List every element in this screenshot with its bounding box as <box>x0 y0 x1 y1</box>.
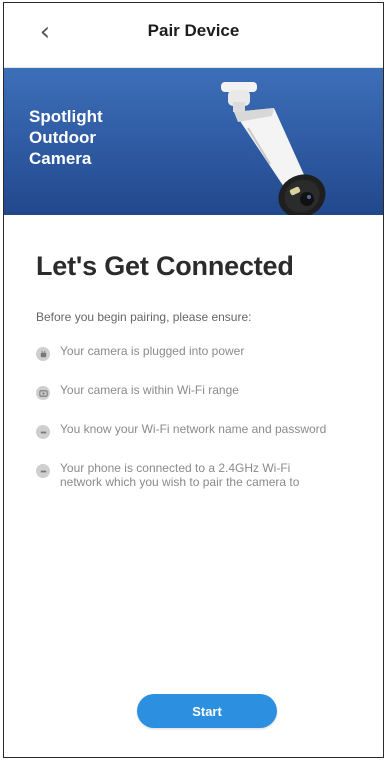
page-title: Pair Device <box>147 21 240 40</box>
instructions-subheading: Before you begin pairing, please ensure: <box>36 310 252 324</box>
camera-image <box>221 82 326 215</box>
checklist-item-text: You know your Wi-Fi network name and pas… <box>60 422 327 436</box>
plug-icon <box>36 347 50 361</box>
checklist-item: You know your Wi-Fi network name and pas… <box>36 422 359 439</box>
product-banner: Spotlight Outdoor Camera <box>4 68 383 215</box>
main-heading: Let's Get Connected <box>36 251 294 281</box>
checklist-item-text: Your camera is plugged into power <box>60 344 245 358</box>
product-name-line-3: Camera <box>29 149 92 168</box>
checklist-item-text: Your phone is connected to a 2.4GHz Wi-F… <box>60 461 300 489</box>
product-name-line-2: Outdoor <box>29 128 97 147</box>
main-content: Let's Get Connected Before you begin pai… <box>4 251 383 489</box>
product-name-line-1: Spotlight <box>29 107 103 126</box>
checklist: Your camera is plugged into power Your c… <box>28 344 359 489</box>
checklist-item: Your phone is connected to a 2.4GHz Wi-F… <box>36 461 359 489</box>
key-icon <box>36 425 50 439</box>
phone-screen: ‹ Pair Device Spotlight Outdoor Camera L… <box>3 2 384 758</box>
wifi-range-icon <box>36 386 50 400</box>
checklist-item: Your camera is plugged into power <box>36 344 359 361</box>
checklist-item-text: Your camera is within Wi-Fi range <box>60 383 239 397</box>
phone-wifi-icon <box>36 464 50 478</box>
top-bar: ‹ Pair Device <box>4 3 383 68</box>
product-name: Spotlight Outdoor Camera <box>29 106 179 169</box>
checklist-item: Your camera is within Wi-Fi range <box>36 383 359 400</box>
start-button[interactable]: Start <box>137 694 277 728</box>
